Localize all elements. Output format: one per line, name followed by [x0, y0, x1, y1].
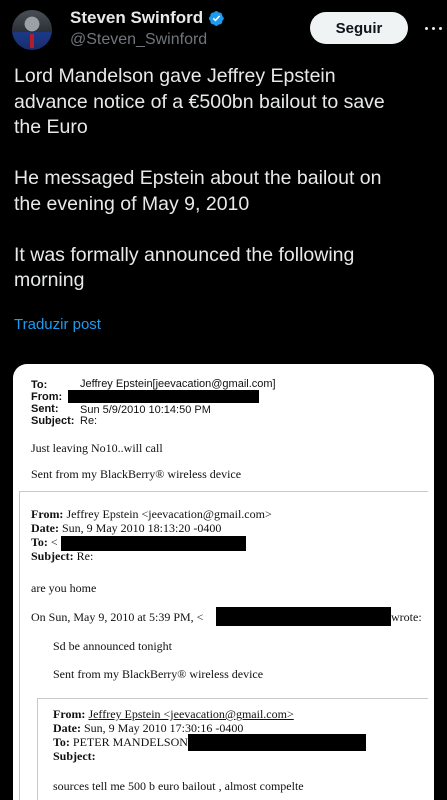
email2-subject-value: Re:	[76, 549, 94, 563]
email3-date-label: Date:	[53, 721, 81, 735]
email3-to-value: PETER MANDELSON	[72, 735, 188, 749]
email-screenshot-image[interactable]: To: Jeffrey Epstein[jeevacation@gmail.co…	[13, 364, 434, 800]
email3-body: sources tell me 500 b euro bailout , alm…	[53, 779, 304, 793]
email3-from-label: From:	[53, 707, 86, 721]
email2-date-value: Sun, 9 May 2010 18:13:20 -0400	[61, 521, 222, 535]
email-divider	[19, 491, 428, 492]
author-handle[interactable]: @Steven_Swinford	[70, 31, 207, 49]
author-name[interactable]: Steven Swinford	[70, 8, 203, 28]
email3-to-label: To:	[53, 735, 70, 749]
email1-body: Just leaving No10..will call	[31, 441, 163, 455]
email3-date-value: Sun, 9 May 2010 17:30:16 -0400	[83, 721, 244, 735]
email2-quote-intro: On Sun, May 9, 2010 at 5:39 PM, <	[31, 610, 204, 624]
tweet-text: Lord Mandelson gave Jeffrey Epstein adva…	[14, 64, 434, 294]
email3-subject-label: Subject:	[53, 749, 96, 763]
more-options-icon[interactable]	[425, 22, 443, 36]
email2-from-label: From:	[31, 507, 64, 521]
email1-subject-value: Re:	[80, 415, 98, 427]
tweet-line: the Euro	[14, 116, 88, 138]
avatar[interactable]	[12, 10, 52, 50]
tweet-line: He messaged Epstein about the bailout on	[14, 167, 382, 189]
follow-button[interactable]: Seguir	[310, 12, 408, 44]
email2-to-value: <	[50, 535, 58, 549]
email2-body: are you home	[31, 581, 97, 595]
email2-quote-intro-suffix: wrote:	[391, 610, 422, 624]
email1-to-label: To:	[31, 379, 48, 391]
translate-post-link[interactable]: Traduzir post	[14, 316, 101, 333]
author-name-row[interactable]: Steven Swinford	[70, 8, 225, 28]
tweet-line: morning	[14, 269, 85, 291]
email2-to-label: To:	[31, 535, 48, 549]
tweet-line: It was formally announced the following	[14, 243, 355, 266]
quote-line	[19, 491, 20, 800]
post-header: Steven Swinford @Steven_Swinford Seguir	[0, 0, 447, 60]
email2-quote-signature: Sent from my BlackBerry® wireless device	[53, 667, 264, 681]
tweet-line: advance notice of a €500bn bailout to sa…	[14, 90, 385, 113]
quote-line	[37, 698, 38, 800]
email1-signature: Sent from my BlackBerry® wireless device	[31, 467, 242, 481]
email1-subject-label: Subject:	[31, 415, 75, 427]
email1-from-label: From:	[31, 391, 63, 403]
redaction-bar	[68, 390, 259, 403]
email1-to-value: Jeffrey Epstein[jeevacation@gmail.com]	[80, 378, 276, 390]
email-divider	[37, 698, 428, 699]
email1-sent-value: Sun 5/9/2010 10:14:50 PM	[80, 404, 211, 416]
email2-date-label: Date:	[31, 521, 59, 535]
tweet-line: Lord Mandelson gave Jeffrey Epstein	[14, 65, 336, 87]
email2-from-value: Jeffrey Epstein <jeevacation@gmail.com>	[66, 507, 272, 521]
email2-quote-body: Sd be announced tonight	[53, 639, 172, 653]
email1-sent-label: Sent:	[31, 403, 59, 415]
redaction-bar	[216, 607, 391, 626]
email3-from-value: Jeffrey Epstein <jeevacation@gmail.com>	[88, 707, 294, 721]
tweet-line: the evening of May 9, 2010	[14, 192, 250, 215]
verified-badge-icon	[209, 10, 224, 26]
redaction-bar	[188, 734, 366, 751]
email2-subject-label: Subject:	[31, 549, 74, 563]
